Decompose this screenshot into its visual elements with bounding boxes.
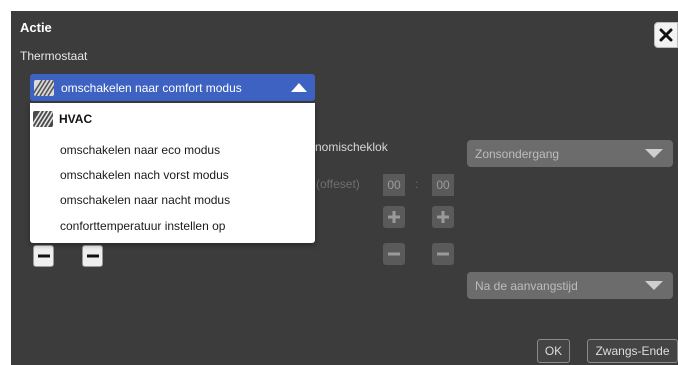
action-select[interactable]: omschakelen naar comfort modus: [30, 74, 315, 101]
start-time-select[interactable]: Na de aanvangstijd: [467, 272, 673, 299]
minus-icon: [37, 254, 50, 258]
minus-icon: [437, 252, 449, 256]
minutes-decrement-button[interactable]: [432, 243, 454, 265]
plus-icon: [388, 211, 400, 223]
dialog-title: Actie: [20, 20, 52, 35]
clock-label: nomischeklok: [315, 140, 388, 154]
close-button[interactable]: [654, 22, 678, 48]
dropdown-option-eco[interactable]: omschakelen naar eco modus: [60, 143, 220, 157]
sun-event-value: Zonsondergang: [475, 146, 560, 161]
action-select-value: omschakelen naar comfort modus: [61, 80, 242, 95]
dropdown-group-label: HVAC: [59, 112, 93, 126]
dropdown-option-vorst[interactable]: omschakelen nach vorst modus: [60, 168, 229, 182]
left-decrement-button-1[interactable]: [33, 245, 54, 267]
hours-decrement-button[interactable]: [383, 243, 405, 265]
offset-label: (offeset): [316, 177, 360, 191]
ok-button[interactable]: OK: [537, 339, 570, 363]
start-time-value: Na de aanvangstijd: [475, 278, 578, 293]
minutes-increment-button[interactable]: [432, 206, 454, 228]
force-end-button[interactable]: Zwangs-Ende: [587, 339, 678, 363]
chevron-up-icon: [291, 83, 307, 92]
hvac-icon: [34, 79, 54, 96]
minutes-field[interactable]: 00: [432, 174, 454, 196]
close-icon: [659, 28, 673, 42]
hvac-icon: [33, 111, 53, 127]
minus-icon: [388, 252, 400, 256]
plus-icon: [437, 211, 449, 223]
hours-field[interactable]: 00: [383, 174, 405, 196]
sun-event-select[interactable]: Zonsondergang: [467, 140, 673, 167]
dropdown-group-header: HVAC: [33, 111, 92, 127]
action-dropdown-list: HVAC omschakelen naar eco modus omschake…: [30, 103, 315, 243]
chevron-down-icon: [645, 281, 663, 290]
dropdown-option-nacht[interactable]: omschakelen naar nacht modus: [60, 193, 230, 207]
chevron-down-icon: [645, 149, 663, 158]
dialog-subtitle: Thermostaat: [20, 49, 88, 63]
dropdown-option-conforttemperatuur[interactable]: conforttemperatuur instellen op: [60, 219, 225, 233]
hours-increment-button[interactable]: [383, 206, 405, 228]
minus-icon: [86, 254, 99, 258]
time-separator: :: [415, 177, 419, 191]
left-decrement-button-2[interactable]: [82, 245, 103, 267]
